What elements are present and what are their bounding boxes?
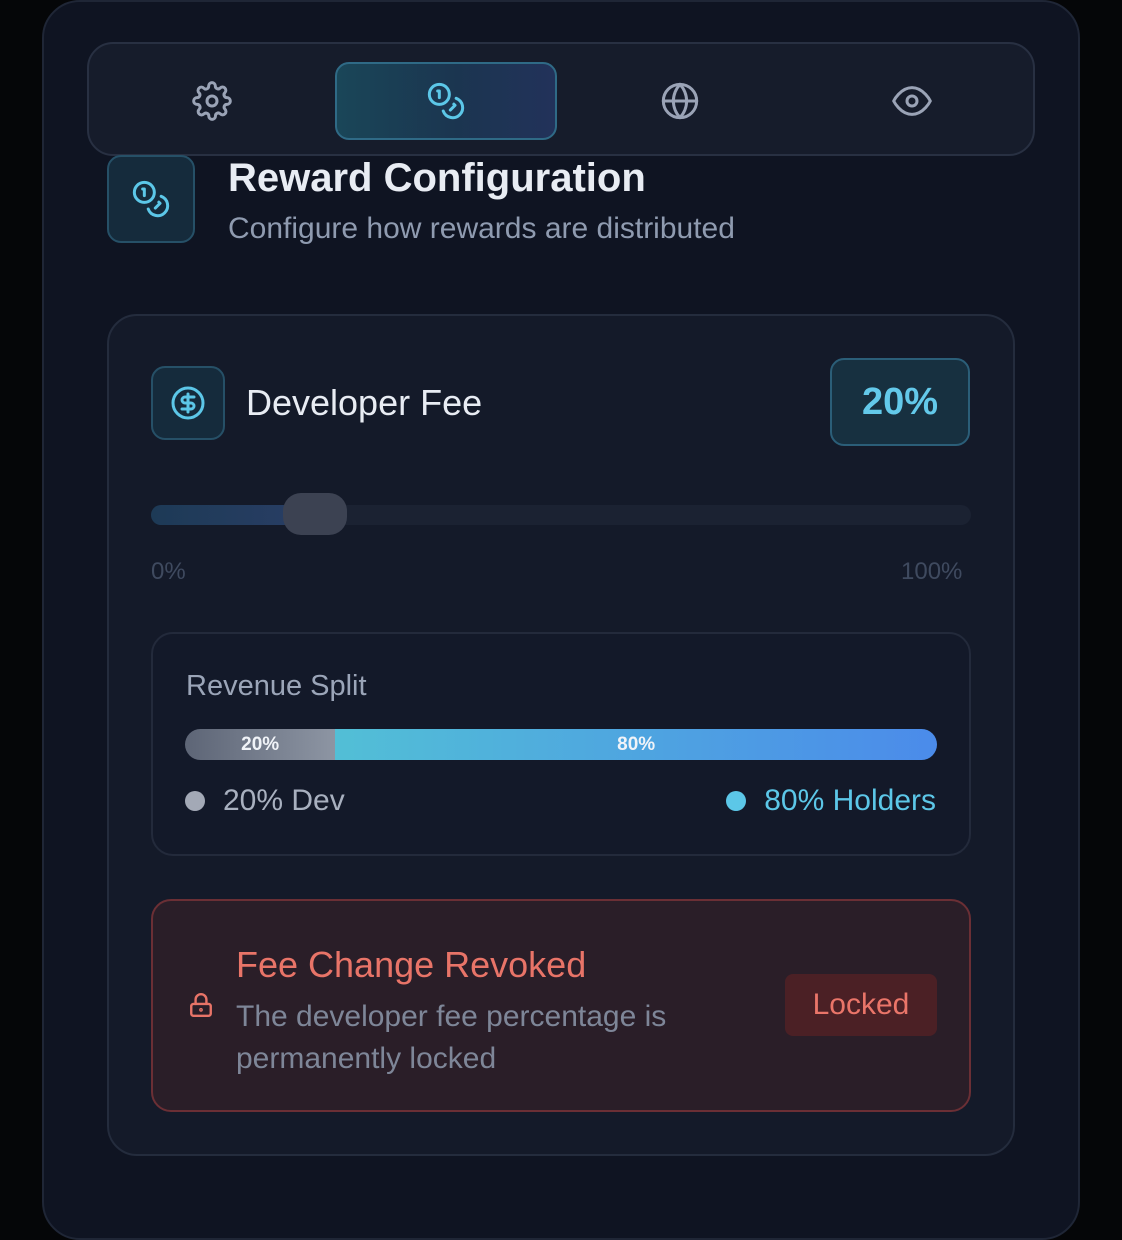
alert-title: Fee Change Revoked: [236, 944, 587, 985]
slider-max-label: 100%: [901, 558, 963, 585]
legend-holders: 80% Holders: [726, 784, 936, 818]
slider-min-label: 0%: [151, 558, 186, 585]
tab-settings[interactable]: [101, 62, 323, 140]
legend-dev: 20% Dev: [185, 784, 345, 818]
developer-fee-label: Developer Fee: [246, 382, 483, 423]
page-title: Reward Configuration: [228, 156, 646, 200]
dollar-circle-icon: [171, 386, 205, 420]
lock-icon: [190, 993, 212, 1018]
split-segment-holders: 80%: [335, 729, 937, 760]
revenue-split-bar: 20% 80%: [185, 729, 937, 760]
fee-slider-track[interactable]: [151, 505, 971, 525]
globe-icon: [661, 82, 699, 120]
fee-icon-box: [151, 366, 225, 440]
header-icon-box: [107, 155, 195, 243]
revenue-split-title: Revenue Split: [186, 670, 367, 702]
locked-badge: Locked: [785, 974, 937, 1036]
tab-bar: [87, 42, 1035, 156]
split-segment-dev: 20%: [185, 729, 336, 760]
alert-description: The developer fee percentage is permanen…: [236, 1000, 667, 1075]
legend-dev-label: 20% Dev: [223, 784, 345, 817]
legend-holders-label: 80% Holders: [764, 784, 936, 817]
tab-preview[interactable]: [801, 62, 1023, 140]
dev-dot: [185, 791, 205, 811]
holders-dot: [726, 791, 747, 811]
page-subtitle: Configure how rewards are distributed: [228, 212, 735, 245]
developer-fee-value: 20%: [830, 358, 970, 446]
tab-network[interactable]: [569, 62, 791, 140]
gear-icon: [192, 81, 232, 121]
coins-icon: [427, 82, 465, 120]
eye-icon: [892, 86, 932, 116]
fee-slider-thumb[interactable]: [283, 493, 347, 535]
tab-rewards[interactable]: [335, 62, 557, 140]
coins-icon: [132, 180, 170, 218]
